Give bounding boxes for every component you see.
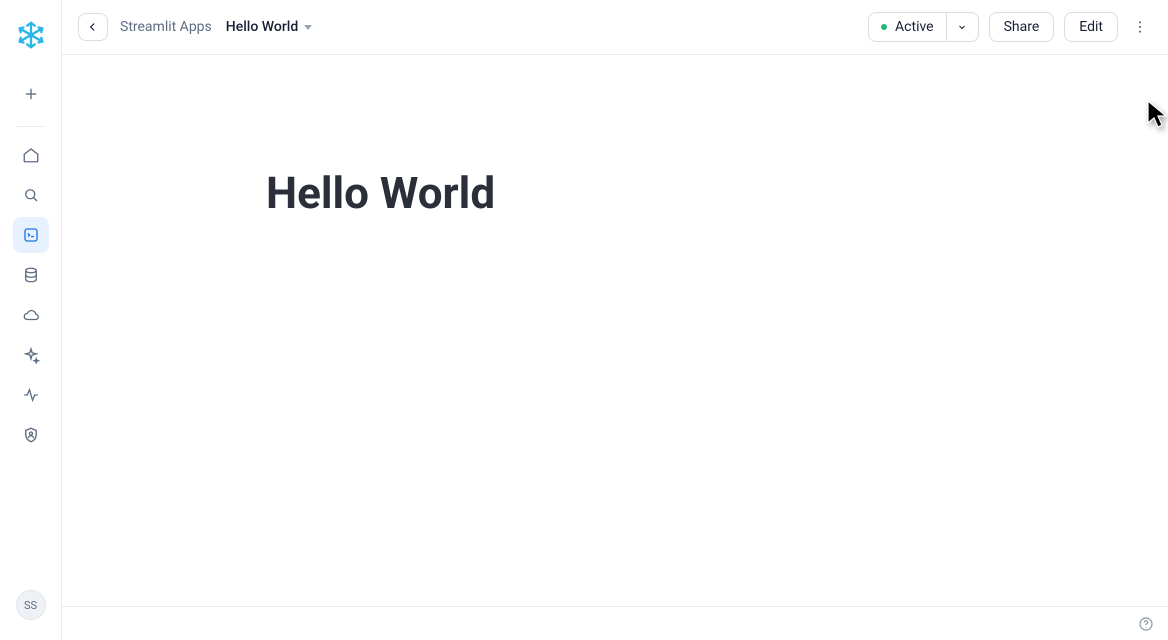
breadcrumb-current[interactable]: Hello World (226, 19, 312, 35)
topbar: Streamlit Apps Hello World Active (62, 0, 1168, 55)
status-dropdown-button[interactable] (947, 12, 979, 42)
user-avatar[interactable]: SS (16, 590, 46, 620)
status-dot-icon (881, 24, 887, 30)
sidebar-separator (17, 126, 45, 127)
edit-label: Edit (1079, 19, 1103, 35)
cursor-icon (1146, 99, 1168, 135)
back-button[interactable] (78, 13, 108, 41)
share-label: Share (1004, 19, 1040, 35)
create-new-button[interactable] (13, 76, 49, 112)
database-icon[interactable] (13, 257, 49, 293)
user-initials: SS (24, 599, 37, 612)
snowflake-logo (16, 20, 46, 50)
breadcrumb: Streamlit Apps Hello World (120, 19, 312, 35)
breadcrumb-current-label: Hello World (226, 19, 298, 35)
apps-icon[interactable] (13, 217, 49, 253)
content-area: Hello World (62, 55, 1168, 640)
help-icon[interactable] (1138, 616, 1154, 632)
more-actions-button[interactable] (1128, 12, 1152, 42)
sidebar: SS (0, 0, 62, 640)
chevron-down-icon (304, 25, 312, 30)
home-icon[interactable] (13, 137, 49, 173)
activity-icon[interactable] (13, 377, 49, 413)
sparkle-icon[interactable] (13, 337, 49, 373)
status-label: Active (895, 19, 934, 35)
status-group: Active (868, 12, 979, 42)
status-button[interactable]: Active (868, 12, 947, 42)
footer-bar (62, 606, 1168, 640)
page-title: Hello World (266, 167, 495, 219)
search-icon[interactable] (13, 177, 49, 213)
breadcrumb-parent[interactable]: Streamlit Apps (120, 19, 212, 35)
shield-icon[interactable] (13, 417, 49, 453)
toolbar-right: Active Share Edit (868, 12, 1152, 42)
edit-button[interactable]: Edit (1064, 12, 1118, 42)
share-button[interactable]: Share (989, 12, 1055, 42)
cloud-icon[interactable] (13, 297, 49, 333)
